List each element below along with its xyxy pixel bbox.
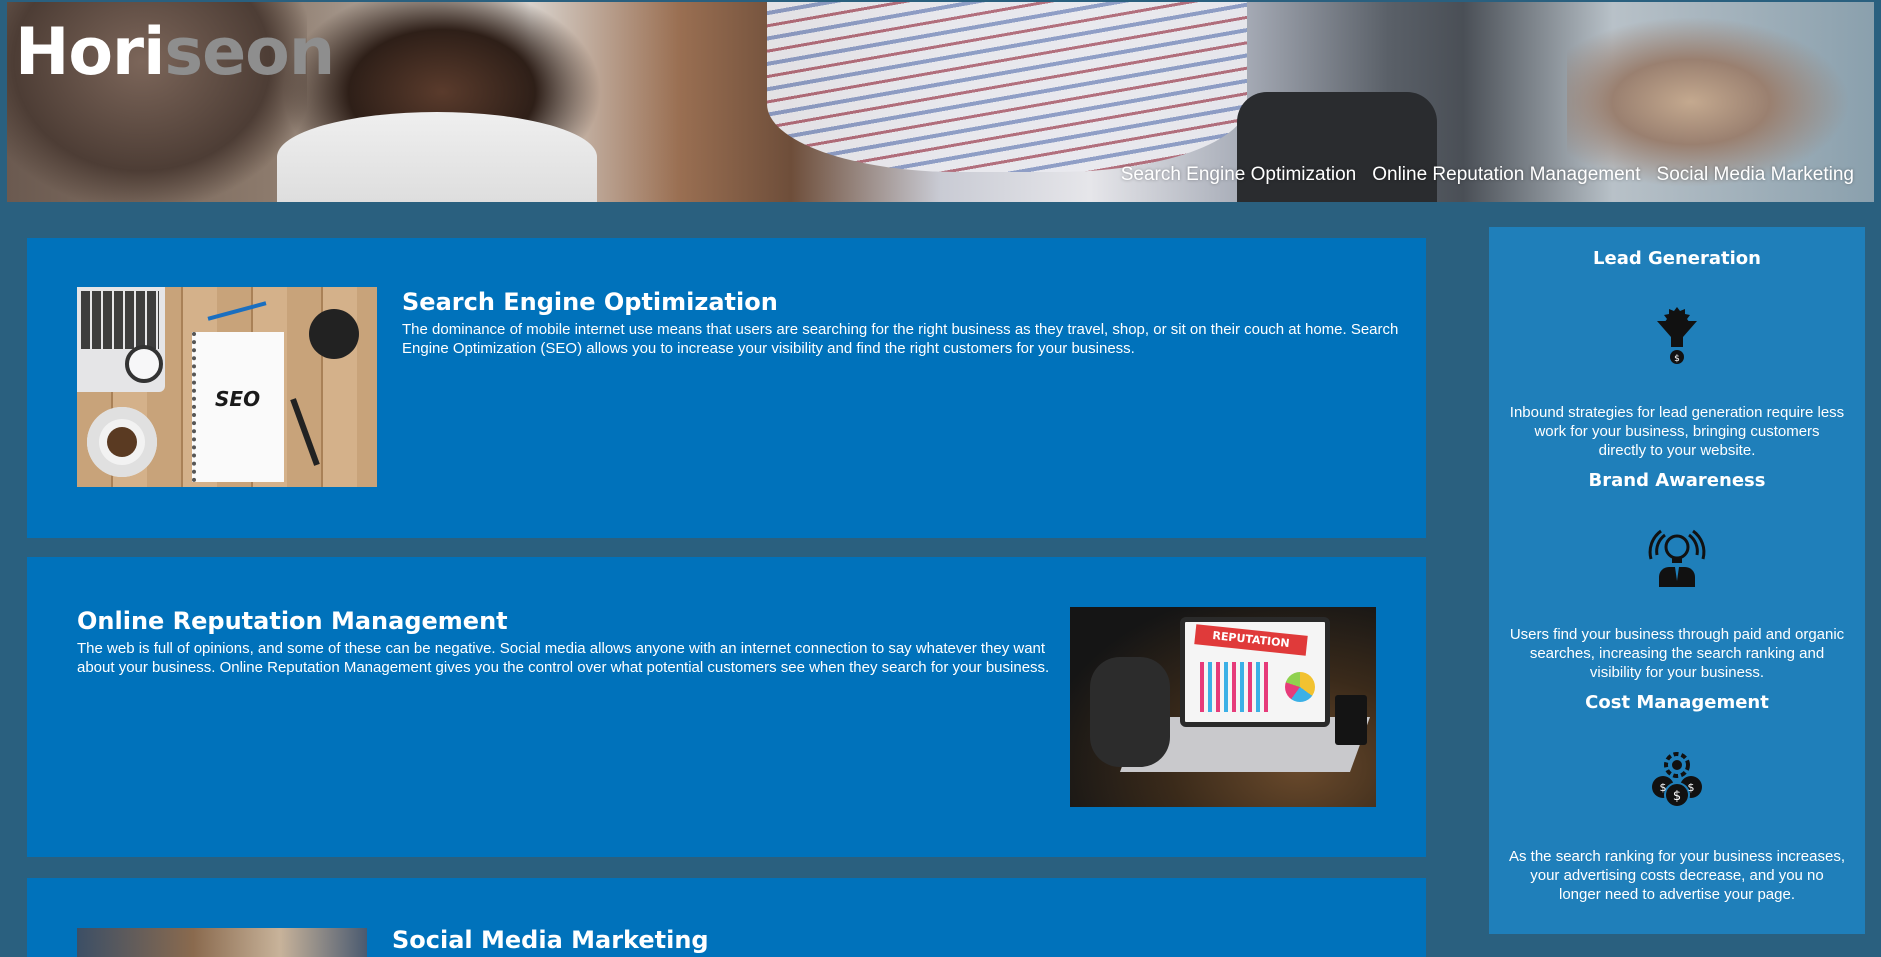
smm-image <box>77 928 367 957</box>
seo-image-pen <box>207 301 267 321</box>
seo-content: Search Engine Optimization The dominance… <box>402 288 1402 358</box>
seo-image-coffee-cup <box>87 407 157 477</box>
seo-image: SEO <box>77 287 377 487</box>
smm-title: Social Media Marketing <box>392 926 709 954</box>
nav-link-seo[interactable]: Search Engine Optimization <box>1121 164 1357 186</box>
section-smm: Social Media Marketing <box>27 878 1426 957</box>
orm-image-hand <box>1090 657 1170 767</box>
benefit-lead-text: Inbound strategies for lead generation r… <box>1509 404 1845 459</box>
orm-title: Online Reputation Management <box>77 607 508 635</box>
brand-awareness-bulb-icon <box>1648 529 1706 587</box>
section-orm: Online Reputation Management The web is … <box>27 557 1426 857</box>
benefit-cost-management: Cost Management $ $ $ As the search rank… <box>1489 691 1865 904</box>
section-seo: SEO Search Engine Optimization The domin… <box>27 238 1426 538</box>
orm-image-cup <box>1335 695 1367 745</box>
benefit-cost-title: Cost Management <box>1585 692 1769 713</box>
seo-image-word: SEO <box>215 387 261 411</box>
orm-image-laptop-screen: REPUTATION <box>1180 617 1330 727</box>
seo-text: The dominance of mobile internet use mea… <box>402 320 1399 357</box>
svg-text:$: $ <box>1674 354 1680 364</box>
benefits-sidebar: Lead Generation $ Inbound strategies for… <box>1489 227 1865 934</box>
benefit-brand-text: Users find your business through paid an… <box>1509 626 1845 681</box>
orm-content: Online Reputation Management The web is … <box>77 607 1067 677</box>
orm-text: The web is full of opinions, and some of… <box>77 639 1050 676</box>
svg-text:$: $ <box>1673 789 1681 804</box>
site-logo[interactable]: Horiseon <box>15 20 335 85</box>
svg-text:$: $ <box>1688 781 1695 794</box>
seo-image-pencil-cup <box>309 309 359 359</box>
lead-generation-funnel-icon: $ <box>1657 307 1697 364</box>
seo-image-marker <box>290 398 320 466</box>
benefit-brand-title: Brand Awareness <box>1588 470 1766 491</box>
benefit-cost-text: As the search ranking for your business … <box>1509 848 1845 903</box>
logo-text-primary: Hori <box>15 15 165 90</box>
nav-link-orm[interactable]: Online Reputation Management <box>1372 164 1640 186</box>
orm-image-pie-chart <box>1285 672 1315 702</box>
benefit-lead-title: Lead Generation <box>1593 248 1761 269</box>
header-photo-striped-shirt <box>767 2 1247 172</box>
site-header: Horiseon Search Engine Optimization Onli… <box>7 2 1874 202</box>
header-photo-shirt <box>277 112 597 202</box>
smm-content: Social Media Marketing <box>392 926 1382 955</box>
orm-image-banner: REPUTATION <box>1194 624 1308 656</box>
nav-link-smm[interactable]: Social Media Marketing <box>1657 164 1854 186</box>
orm-image: REPUTATION <box>1070 607 1376 807</box>
logo-text-accent: seon <box>164 15 335 90</box>
main-nav: Search Engine Optimization Online Reputa… <box>1121 164 1854 186</box>
orm-image-bar-chart <box>1200 662 1270 712</box>
seo-image-magnifier <box>125 345 163 383</box>
benefit-lead-generation: Lead Generation $ Inbound strategies for… <box>1489 247 1865 460</box>
cost-management-coins-icon: $ $ $ <box>1652 752 1702 808</box>
benefit-brand-awareness: Brand Awareness Users find your business… <box>1489 469 1865 682</box>
svg-text:$: $ <box>1660 781 1667 794</box>
seo-title: Search Engine Optimization <box>402 288 778 316</box>
